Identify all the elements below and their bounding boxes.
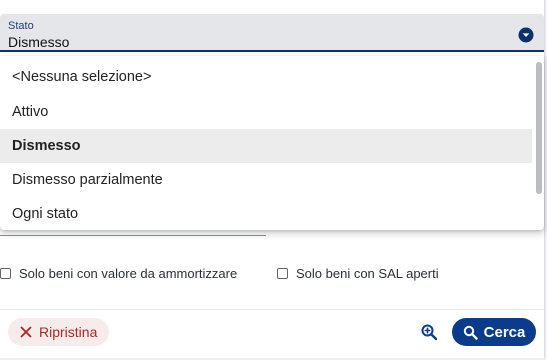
stato-dropdown-list: <Nessuna selezione> Attivo Dismesso Dism…: [0, 56, 544, 230]
zoom-button[interactable]: [416, 319, 442, 345]
checkbox-box[interactable]: [277, 267, 288, 279]
dropdown-option-dismesso[interactable]: Dismesso: [0, 129, 532, 163]
checkbox-ammortizzare-label: Solo beni con valore da ammortizzare: [19, 265, 238, 281]
stato-select-label: Stato: [8, 20, 34, 32]
reset-button-label: Ripristina: [39, 324, 98, 340]
stato-select-value: Dismesso: [8, 34, 70, 50]
dropdown-option-nessuna[interactable]: <Nessuna selezione>: [0, 60, 532, 94]
checkbox-box[interactable]: [0, 267, 11, 279]
reset-button[interactable]: Ripristina: [8, 318, 110, 346]
field-underline: [0, 235, 266, 236]
dropdown-scrollbar[interactable]: [536, 62, 542, 194]
footer-divider: [0, 309, 544, 310]
search-button-label: Cerca: [483, 323, 526, 341]
dropdown-option-ogni-stato[interactable]: Ogni stato: [0, 197, 532, 231]
filter-panel: Stato Dismesso Solo beni con valore da a…: [0, 0, 545, 358]
search-icon: [463, 325, 478, 340]
chevron-down-icon[interactable]: [518, 27, 534, 43]
close-icon: [20, 326, 32, 338]
checkbox-ammortizzare[interactable]: Solo beni con valore da ammortizzare: [0, 264, 237, 282]
checkbox-sal[interactable]: Solo beni con SAL aperti: [277, 264, 439, 282]
zoom-in-icon: [421, 324, 438, 341]
dropdown-option-attivo[interactable]: Attivo: [0, 95, 532, 129]
search-button[interactable]: Cerca: [452, 318, 536, 346]
checkbox-sal-label: Solo beni con SAL aperti: [296, 265, 439, 281]
stato-select[interactable]: Stato Dismesso: [0, 14, 544, 52]
dropdown-option-dismesso-parzialmente[interactable]: Dismesso parzialmente: [0, 163, 532, 197]
